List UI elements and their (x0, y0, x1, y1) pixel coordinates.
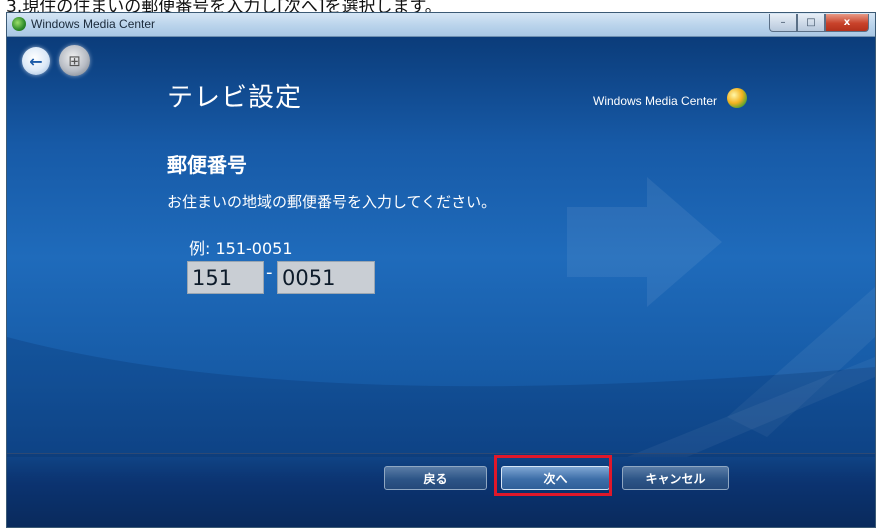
page-title: テレビ設定 (167, 83, 303, 113)
media-center-logo-icon (727, 88, 747, 108)
zip-code-part2-input[interactable]: 0051 (277, 261, 375, 294)
zip-code-part1-input[interactable]: 151 (187, 261, 264, 294)
brand-text: Windows Media Center (593, 94, 718, 108)
next-button-highlight (494, 455, 612, 496)
section-title: 郵便番号 (167, 153, 247, 177)
title-bar: Windows Media Center – □ x (7, 13, 875, 37)
minimize-button[interactable]: – (769, 14, 797, 32)
media-center-app-icon (12, 17, 26, 31)
close-button[interactable]: x (825, 14, 869, 32)
maximize-button[interactable]: □ (797, 14, 825, 32)
media-center-content: ← ⊞ テレビ設定 Windows Media Center 郵便番号 お住まい… (7, 37, 875, 527)
back-arrow-icon[interactable]: ← (22, 47, 50, 75)
window-title: Windows Media Center (31, 17, 156, 31)
window-controls: – □ x (769, 14, 869, 32)
example-text: 例: 151-0051 (189, 239, 293, 258)
bottom-bar (7, 453, 875, 527)
windows-start-icon[interactable]: ⊞ (59, 45, 90, 76)
back-button[interactable]: 戻る (384, 466, 487, 490)
zip-separator: - (266, 262, 273, 283)
media-center-window: Windows Media Center – □ x ← ⊞ テレビ設定 Win… (6, 12, 876, 528)
instruction-text: お住まいの地域の郵便番号を入力してください。 (167, 193, 497, 211)
cancel-button[interactable]: キャンセル (622, 466, 729, 490)
